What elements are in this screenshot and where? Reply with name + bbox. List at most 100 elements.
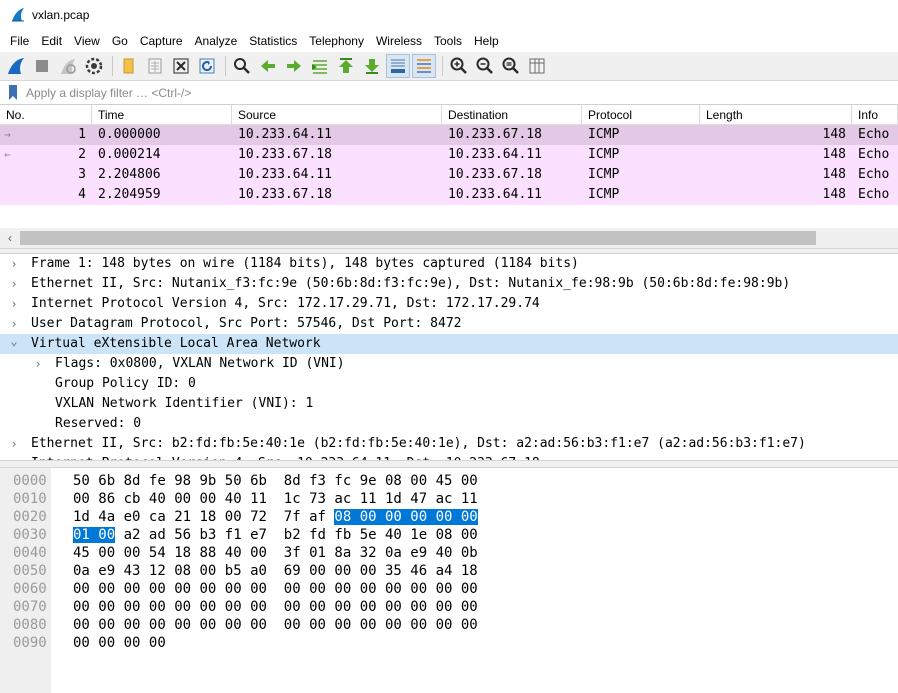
hex-byte[interactable]: 00 [250,617,267,633]
go-to-packet-button[interactable] [308,54,332,78]
tree-item[interactable]: › Frame 1: 148 bytes on wire (1184 bits),… [0,254,898,274]
hex-byte[interactable]: a4 [436,563,453,579]
chevron-right-icon[interactable]: › [8,274,20,294]
hex-byte[interactable]: 0a [73,563,90,579]
hex-byte[interactable]: a0 [250,563,267,579]
hex-byte[interactable]: 08 [174,563,191,579]
hex-byte[interactable]: 00 [284,581,301,597]
hex-byte[interactable]: f1 [225,527,242,543]
hex-byte[interactable]: 00 [98,545,115,561]
hex-byte[interactable]: e0 [124,509,141,525]
column-header-destination[interactable]: Destination [442,105,582,125]
packet-row[interactable]: 4 2.204959 10.233.67.18 10.233.64.11 ICMP 148… [0,185,898,205]
tree-item[interactable]: › Ethernet II, Src: Nutanix_f3:fc:9e (50:… [0,274,898,294]
menu-capture[interactable]: Capture [134,30,189,52]
hex-byte[interactable]: 00 [435,509,453,525]
hex-byte[interactable]: 00 [334,599,351,615]
hex-byte[interactable]: 00 [73,635,90,651]
hex-bytes-row[interactable]: 01 00 a2 ad 56 b3 f1 e7 b2 fd fb 5e 40 1… [73,526,478,544]
hex-byte[interactable]: 40 [385,527,402,543]
hex-byte[interactable]: 7f [284,509,301,525]
hex-byte[interactable]: 40 [225,491,242,507]
hex-byte[interactable]: 00 [461,617,478,633]
hex-byte[interactable]: 11 [360,491,377,507]
hex-byte[interactable]: 00 [174,491,191,507]
column-header-length[interactable]: Length [700,105,852,125]
hex-byte[interactable]: 00 [225,581,242,597]
go-back-button[interactable] [256,54,280,78]
tree-item[interactable]: Group Policy ID: 0 [0,374,898,394]
hex-byte[interactable]: 00 [149,617,166,633]
hex-byte[interactable]: 00 [98,527,116,543]
restart-capture-button[interactable] [56,54,80,78]
hex-byte[interactable]: 00 [124,581,141,597]
close-file-button[interactable] [169,54,193,78]
hex-byte[interactable]: e9 [410,545,427,561]
open-file-button[interactable] [117,54,141,78]
hex-byte[interactable]: 00 [461,581,478,597]
hex-byte[interactable]: 00 [199,599,216,615]
hex-byte[interactable]: 35 [385,563,402,579]
hex-byte[interactable]: ac [334,491,351,507]
hex-byte[interactable]: 00 [385,617,402,633]
column-header-time[interactable]: Time [92,105,232,125]
hex-byte[interactable]: ca [149,509,166,525]
hex-byte[interactable]: 00 [73,599,90,615]
hex-byte[interactable]: b5 [225,563,242,579]
hex-bytes-row[interactable]: 0a e9 43 12 08 00 b5 a0 69 00 00 00 35 4… [73,562,478,580]
save-file-button[interactable] [143,54,167,78]
hex-byte[interactable]: 00 [199,581,216,597]
chevron-right-icon[interactable]: › [8,254,20,274]
hex-byte[interactable]: 40 [436,545,453,561]
hex-byte[interactable]: 0a [385,545,402,561]
hex-byte[interactable]: 01 [73,527,90,543]
hex-byte[interactable]: 00 [410,473,427,489]
hex-byte[interactable]: 00 [410,581,427,597]
hex-byte[interactable]: 1e [410,527,427,543]
hex-byte[interactable]: 00 [174,581,191,597]
hex-byte[interactable]: 69 [284,563,301,579]
hex-byte[interactable]: 00 [225,509,242,525]
column-header-source[interactable]: Source [232,105,442,125]
hex-byte[interactable]: 00 [436,599,453,615]
hex-byte[interactable]: a2 [124,527,141,543]
hex-byte[interactable]: 21 [174,509,191,525]
hex-byte[interactable]: ac [436,491,453,507]
hex-byte[interactable]: 00 [461,473,478,489]
hex-byte[interactable]: fc [334,473,351,489]
hex-byte[interactable]: 1d [73,509,90,525]
hex-byte[interactable]: 00 [334,617,351,633]
hex-byte[interactable]: 00 [149,635,166,651]
hex-byte[interactable]: 45 [73,545,90,561]
hex-bytes-row[interactable]: 00 00 00 00 00 00 00 00 00 00 00 00 00 0… [73,598,478,616]
hex-byte[interactable]: 1d [385,491,402,507]
hex-byte[interactable]: 00 [309,599,326,615]
hex-byte[interactable]: 32 [360,545,377,561]
hex-byte[interactable]: 5e [360,527,377,543]
display-filter-input[interactable] [22,82,898,103]
hex-byte[interactable]: 00 [73,581,90,597]
column-header-info[interactable]: Info [852,105,898,125]
hex-byte[interactable]: 9e [360,473,377,489]
hex-byte[interactable]: 00 [384,509,402,525]
menu-analyze[interactable]: Analyze [189,30,244,52]
hex-byte[interactable]: 00 [199,563,216,579]
hex-byte[interactable]: 18 [461,563,478,579]
hex-byte[interactable]: 00 [360,599,377,615]
hex-byte[interactable]: 18 [199,509,216,525]
hex-byte[interactable]: 00 [174,617,191,633]
hex-byte[interactable]: e9 [98,563,115,579]
hex-byte[interactable]: 00 [199,491,216,507]
hex-bytes-row[interactable]: 00 00 00 00 00 00 00 00 00 00 00 00 00 0… [73,616,478,634]
hex-byte[interactable]: 00 [124,545,141,561]
hex-byte[interactable]: b3 [199,527,216,543]
hex-byte[interactable]: 73 [309,491,326,507]
hex-byte[interactable]: 00 [436,617,453,633]
hex-byte[interactable]: 00 [149,599,166,615]
hex-byte[interactable]: 00 [149,581,166,597]
hex-byte[interactable]: 00 [385,599,402,615]
zoom-out-button[interactable] [473,54,497,78]
go-last-button[interactable] [360,54,384,78]
hex-byte[interactable]: ad [149,527,166,543]
menu-telephony[interactable]: Telephony [303,30,370,52]
